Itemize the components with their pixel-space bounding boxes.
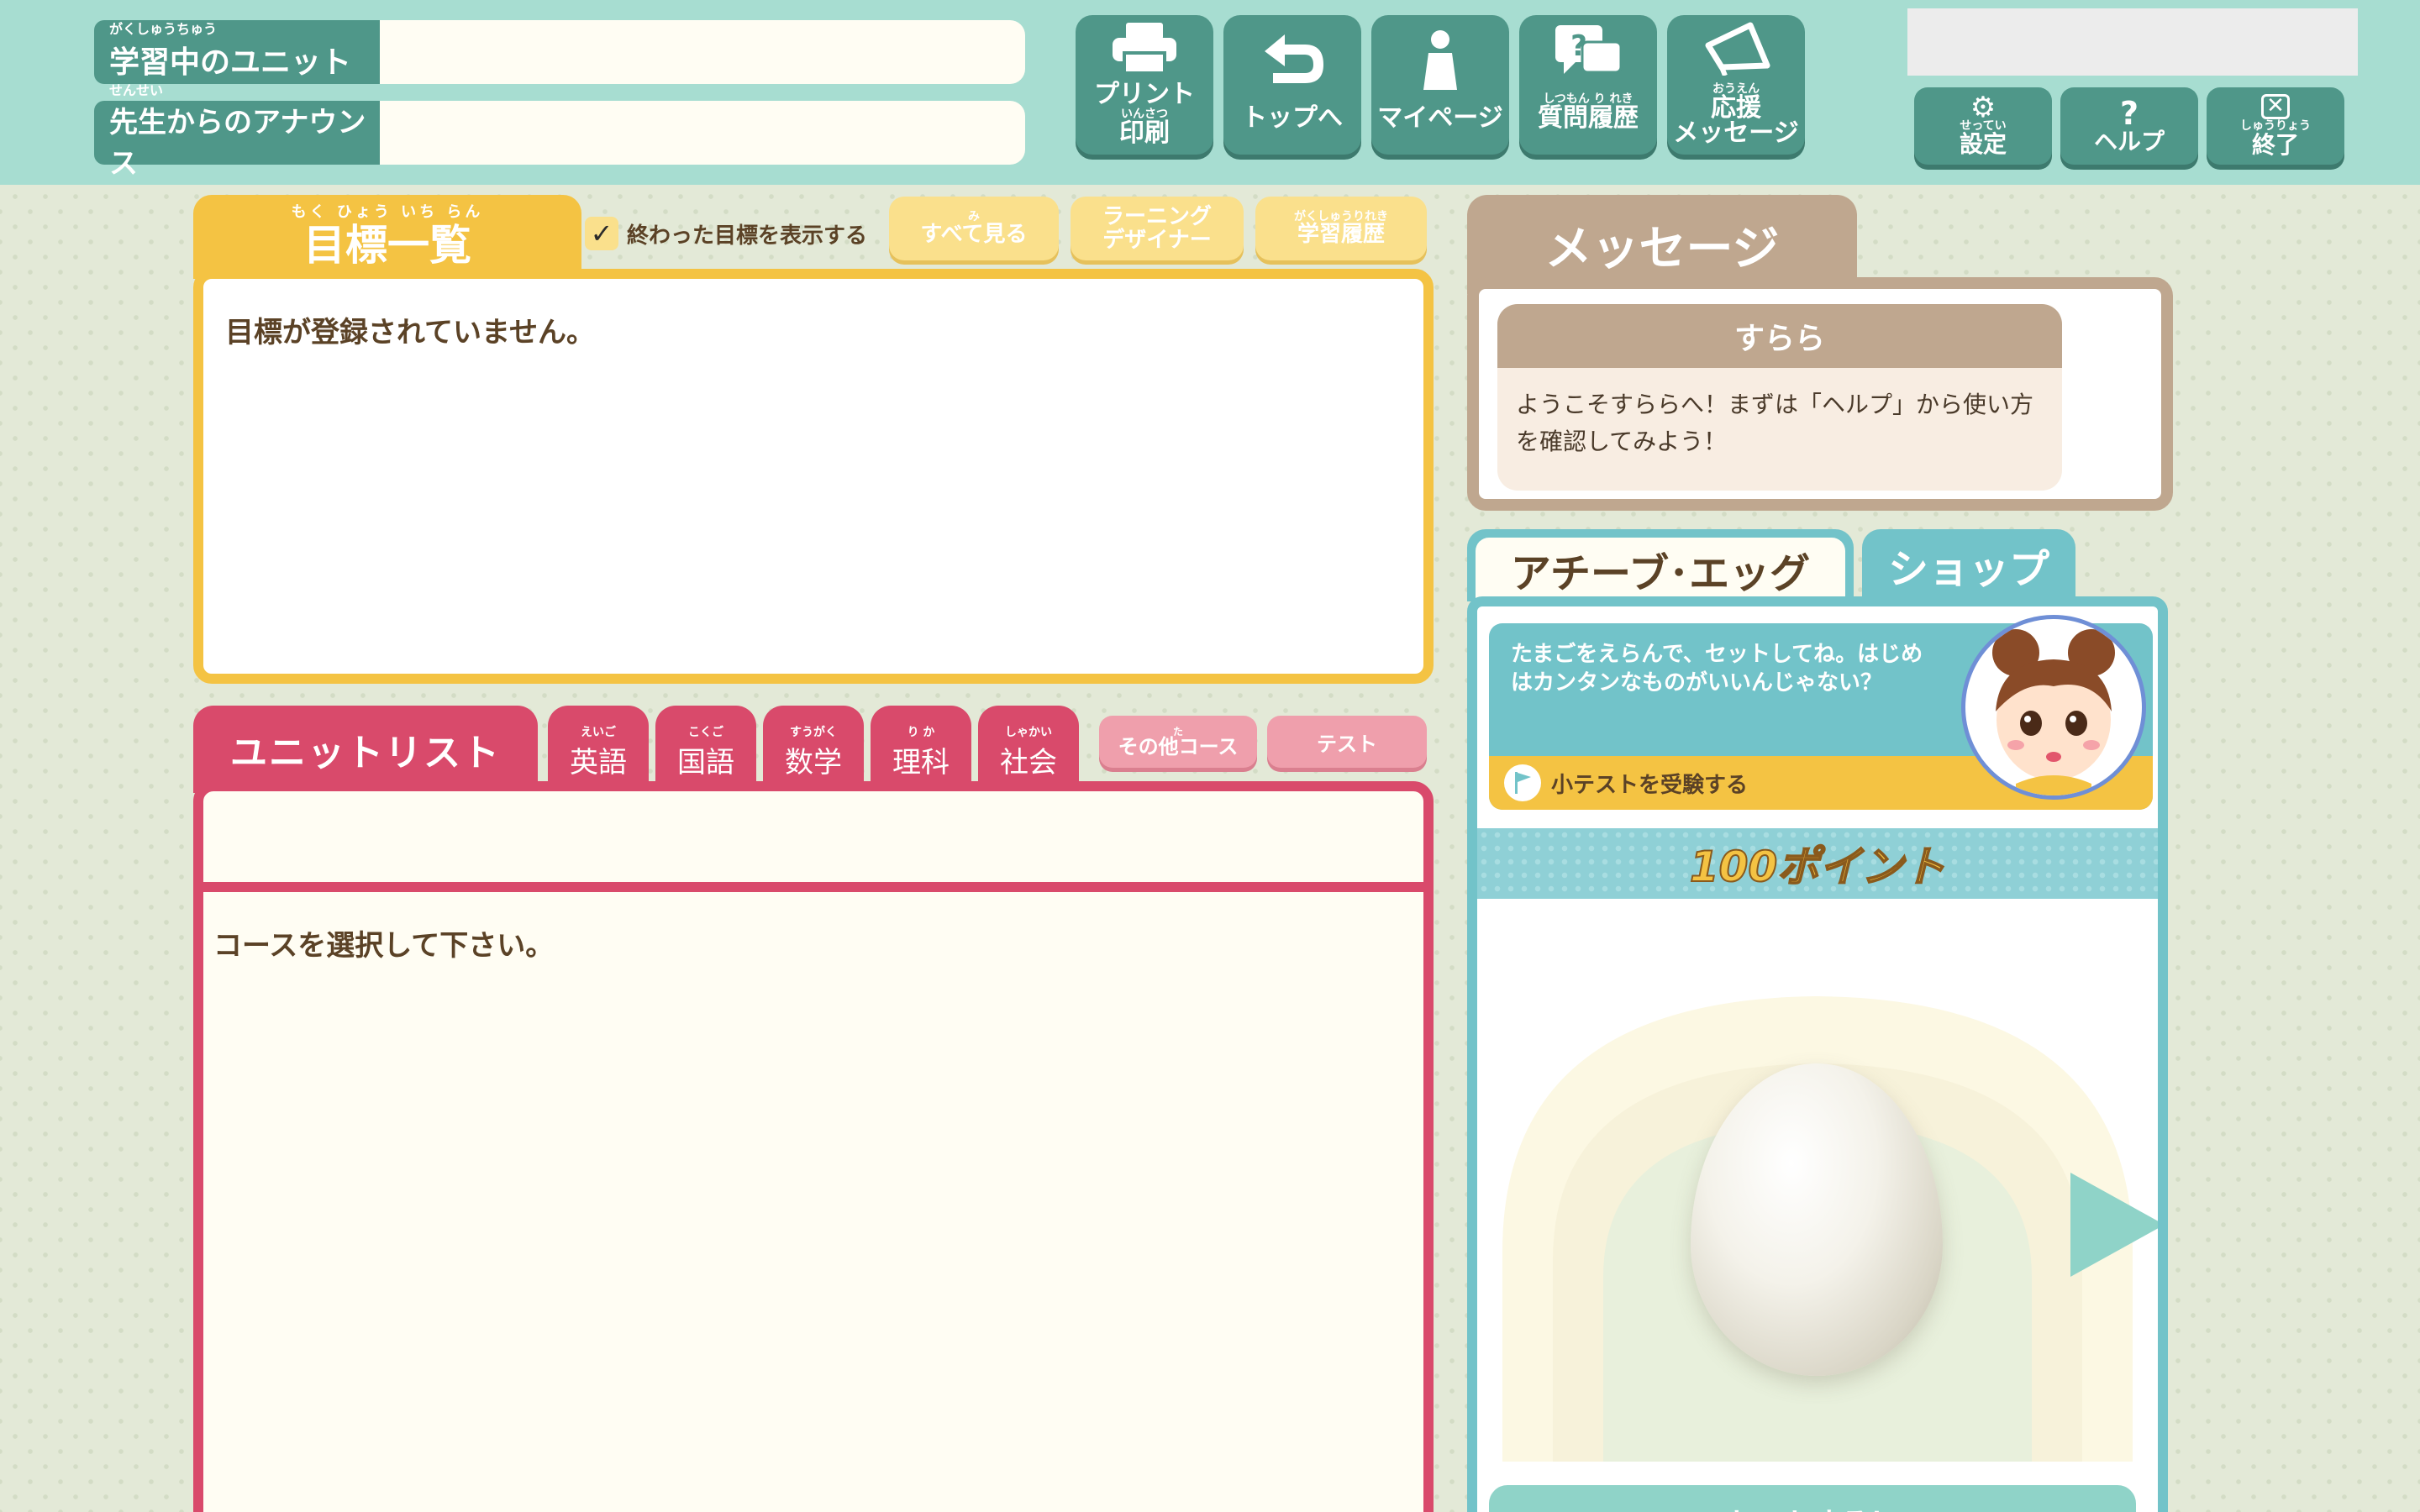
points-banner: 100ポイント bbox=[1477, 828, 2158, 899]
subject-tabs: えいご 英語 こくご 国語 すうがく 数学 り か 理科 しゃかい 社会 bbox=[548, 706, 1079, 793]
other-courses-button[interactable]: た その他コース bbox=[1099, 716, 1257, 768]
see-all-label: すべて見る bbox=[920, 222, 1028, 247]
character-avatar bbox=[1961, 615, 2146, 800]
test-button[interactable]: テスト bbox=[1267, 716, 1427, 768]
tab-achieve-egg[interactable]: アチーブ･エッグ bbox=[1467, 529, 1854, 601]
unit-list-panel: コースを選択して下さい。 bbox=[193, 781, 1434, 1512]
cheer-message-button-label: 応援 bbox=[1711, 93, 1761, 123]
cheer-message-button-sublabel: メッセージ bbox=[1673, 118, 1799, 148]
ruby-text: がくしゅうりれき bbox=[1294, 210, 1388, 223]
help-button-label: ヘルプ bbox=[2093, 128, 2165, 155]
learning-designer-label: デザイナー bbox=[1102, 228, 1212, 253]
goals-empty-message: 目標が登録されていません。 bbox=[225, 316, 595, 349]
ruby-text: み bbox=[968, 210, 980, 223]
subject-tab-label: 社会 bbox=[1000, 746, 1057, 780]
set-egg-button[interactable]: セットする！ bbox=[1489, 1485, 2136, 1512]
top-page-button[interactable]: トップへ bbox=[1223, 15, 1361, 155]
ruby-text: えいご bbox=[581, 726, 616, 739]
achieve-egg-panel: たまごをえらんで、セットしてね。はじめはカンタンなものがいいんじゃない？ 小テス… bbox=[1467, 596, 2168, 1512]
message-body: ようこそすららへ！まずは「ヘルプ」から使い方を確認してみよう！ bbox=[1516, 391, 2034, 455]
flag-icon bbox=[1504, 764, 1541, 801]
question-mark-icon: ? bbox=[2119, 95, 2139, 132]
subject-tab-english[interactable]: えいご 英語 bbox=[548, 706, 649, 793]
goals-panel: 目標が登録されていません。 bbox=[193, 269, 1434, 684]
my-page-button[interactable]: マイページ bbox=[1371, 15, 1509, 155]
tab-shop[interactable]: ショップ bbox=[1862, 529, 2075, 601]
svg-text:?: ? bbox=[1570, 29, 1587, 63]
study-history-button[interactable]: がくしゅうりれき 学習履歴 bbox=[1255, 197, 1427, 260]
goals-title: 目標一覧 bbox=[303, 221, 471, 270]
current-unit-label-text: 学習中のユニット bbox=[109, 45, 352, 80]
ruby-text: しゃかい bbox=[1005, 726, 1052, 739]
quiz-label: 小テストを受験する bbox=[1551, 772, 1749, 798]
question-history-button-label: 質問履歴 bbox=[1538, 103, 1639, 133]
learning-designer-button[interactable]: ラーニング デザイナー bbox=[1071, 197, 1244, 260]
unit-list-empty-message: コースを選択して下さい。 bbox=[213, 929, 555, 963]
ruby-text: もく ひょう いち らん bbox=[291, 203, 484, 221]
next-egg-arrow-icon[interactable] bbox=[2070, 1173, 2158, 1277]
cheer-message-button[interactable]: おうえん 応援 メッセージ bbox=[1667, 15, 1805, 155]
subject-tab-label: 理科 bbox=[892, 746, 950, 780]
settings-button-label: 設定 bbox=[1959, 130, 2007, 158]
message-card[interactable]: すらら ようこそすららへ！まずは「ヘルプ」から使い方を確認してみよう！ bbox=[1497, 304, 2062, 491]
ruby-text: すうがく bbox=[790, 726, 837, 739]
ruby-text: がくしゅうちゅう bbox=[109, 21, 218, 37]
tab-shop-label: ショップ bbox=[1887, 546, 2049, 593]
show-finished-label: 終わった目標を表示する bbox=[627, 223, 868, 249]
top-page-button-label: トップへ bbox=[1242, 103, 1343, 133]
show-finished-toggle[interactable]: ✓ 終わった目標を表示する bbox=[585, 215, 867, 252]
test-button-label: テスト bbox=[1317, 732, 1377, 756]
message-title: メッセージ bbox=[1544, 221, 1780, 276]
return-arrow-icon bbox=[1256, 15, 1328, 106]
gear-icon: ⚙ bbox=[1970, 91, 1996, 124]
question-history-button[interactable]: ? しつもん り れき 質問履歴 bbox=[1519, 15, 1657, 155]
subject-tab-social[interactable]: しゃかい 社会 bbox=[978, 706, 1079, 793]
printer-icon bbox=[1111, 15, 1178, 82]
message-sender: すらら bbox=[1497, 304, 2062, 368]
learning-designer-label: ラーニング bbox=[1102, 204, 1212, 229]
exit-button-label: 終了 bbox=[2251, 131, 2299, 159]
unit-list-title: ユニットリスト bbox=[230, 732, 501, 774]
subject-tab-math[interactable]: すうがく 数学 bbox=[763, 706, 864, 793]
current-unit-label: がくしゅうちゅう学習中のユニット bbox=[94, 20, 380, 84]
subject-tab-label: 国語 bbox=[677, 746, 734, 780]
ruby-text: せんせい bbox=[109, 82, 164, 98]
tab-achieve-egg-label: アチーブ･エッグ bbox=[1476, 538, 1845, 601]
help-button[interactable]: ? ヘルプ bbox=[2060, 87, 2198, 165]
other-courses-label: その他コース bbox=[1118, 735, 1239, 759]
study-history-label: 学習履歴 bbox=[1297, 222, 1385, 247]
ruby-text: こくご bbox=[688, 726, 723, 739]
megaphone-icon bbox=[1700, 15, 1772, 82]
my-page-button-label: マイページ bbox=[1377, 103, 1503, 133]
see-all-button[interactable]: み すべて見る bbox=[889, 197, 1059, 260]
exit-button[interactable]: ✕ しゅうりょう 終了 bbox=[2207, 87, 2344, 165]
egg-hint-text: たまごをえらんで、セットしてね。はじめはカンタンなものがいいんじゃない？ bbox=[1511, 642, 1923, 696]
goals-tab: もく ひょう いち らん 目標一覧 bbox=[193, 195, 581, 279]
close-icon: ✕ bbox=[2261, 94, 2290, 119]
person-icon bbox=[1422, 15, 1459, 106]
unit-list-tab: ユニットリスト bbox=[193, 706, 538, 793]
subject-tab-japanese[interactable]: こくご 国語 bbox=[655, 706, 756, 793]
points-value: 100ポイント bbox=[1689, 842, 1946, 892]
announcement-field[interactable] bbox=[380, 101, 1025, 165]
egg-display-area bbox=[1477, 899, 2158, 1470]
message-panel: すらら ようこそすららへ！まずは「ヘルプ」から使い方を確認してみよう！ bbox=[1467, 277, 2173, 511]
print-button[interactable]: プリント いんさつ 印刷 bbox=[1076, 15, 1213, 155]
checkbox-checked-icon[interactable]: ✓ bbox=[585, 217, 618, 250]
announcement-label-text: 先生からのアナウンス bbox=[109, 106, 366, 181]
settings-button[interactable]: ⚙ せってい 設定 bbox=[1914, 87, 2052, 165]
subject-tab-science[interactable]: り か 理科 bbox=[871, 706, 971, 793]
ruby-text: り か bbox=[907, 726, 935, 739]
question-bubble-icon: ? bbox=[1554, 15, 1623, 92]
announcement-label: せんせい先生からのアナウンス bbox=[94, 84, 380, 181]
subject-tab-label: 英語 bbox=[570, 746, 627, 780]
user-name-box bbox=[1907, 8, 2358, 76]
unit-list-header-area bbox=[203, 791, 1423, 892]
subject-tab-label: 数学 bbox=[785, 746, 842, 780]
print-button-sublabel: 印刷 bbox=[1119, 118, 1170, 148]
current-unit-field[interactable] bbox=[380, 20, 1025, 84]
set-egg-button-label: セットする！ bbox=[1727, 1500, 1898, 1512]
print-button-label: プリント bbox=[1094, 80, 1195, 109]
